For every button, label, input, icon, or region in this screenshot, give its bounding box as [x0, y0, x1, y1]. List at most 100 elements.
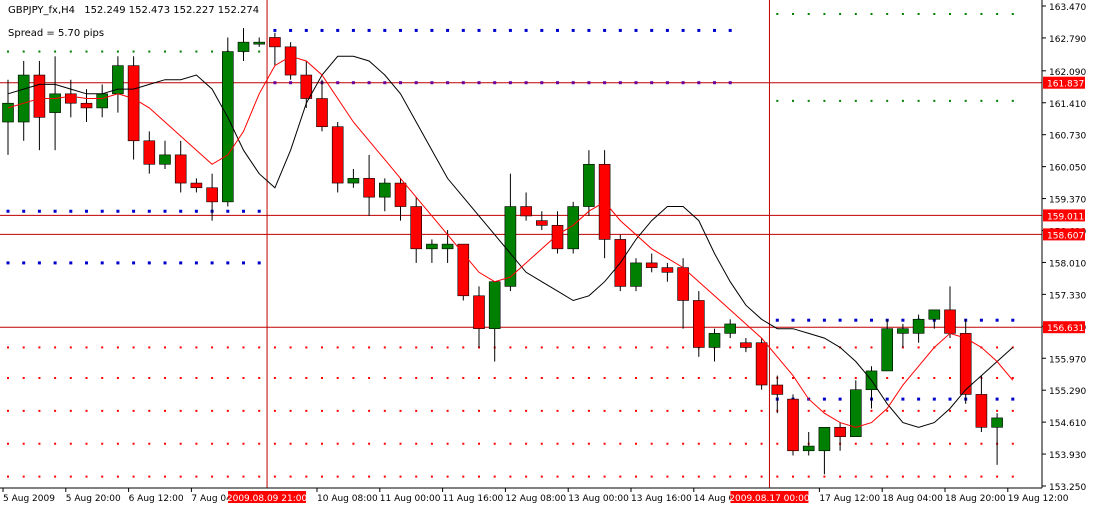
symbol-text: GBPJPY_fx,H4 152.249 152.473 152.227 152… [8, 5, 259, 16]
indicator-dot [509, 475, 512, 478]
indicator-dot [258, 442, 261, 445]
indicator-dot [273, 475, 276, 478]
indicator-dot [85, 50, 88, 53]
price-tick-label: 155.290 [1049, 387, 1086, 397]
chart-root: 163.470 162.790 162.090 161.410 160.730 160.0… [0, 0, 1093, 505]
candle-body [441, 243, 454, 250]
indicator-dot [38, 346, 41, 349]
price-tick-label: 160.730 [1049, 132, 1086, 142]
indicator-dot [242, 261, 245, 265]
indicator-dot [792, 475, 794, 478]
indicator-dot [194, 261, 198, 265]
indicator-dot [226, 442, 229, 445]
indicator-dot [839, 12, 842, 15]
time-tick-label: 10 Aug 08:00 [317, 494, 378, 504]
indicator-dot [572, 376, 575, 379]
indicator-dot [996, 12, 999, 15]
indicator-dot [289, 442, 292, 445]
indicator-dot [870, 346, 873, 349]
indicator-dot [446, 28, 450, 32]
time-highlight-label: 2009.08.17 00:00 [729, 494, 810, 504]
indicator-dot [1011, 442, 1014, 445]
indicator-dot [132, 475, 135, 478]
indicator-dot [305, 442, 308, 445]
indicator-dot [336, 81, 340, 85]
indicator-dot [996, 99, 999, 102]
candle-body [2, 102, 14, 123]
indicator-dot [85, 261, 88, 265]
indicator-dot [242, 209, 245, 213]
indicator-dot [273, 409, 276, 412]
indicator-dot [289, 346, 292, 349]
indicator-dot [116, 50, 119, 53]
indicator-dot [540, 442, 543, 445]
indicator-dot [116, 376, 119, 379]
candle-body [504, 206, 517, 287]
indicator-dot [697, 28, 701, 32]
indicator-dot [870, 318, 873, 322]
indicator-dot [886, 12, 889, 15]
indicator-dot [650, 28, 654, 32]
indicator-dot [933, 442, 936, 445]
indicator-dot [886, 409, 889, 412]
indicator-dot [1011, 397, 1015, 401]
indicator-dot [980, 99, 983, 102]
time-tick-label: 11 Aug 00:00 [380, 494, 441, 504]
indicator-dot [791, 318, 795, 322]
indicator-dot [619, 475, 622, 478]
indicator-dot [415, 346, 418, 349]
indicator-dot [399, 346, 402, 349]
indicator-dot [917, 475, 920, 478]
indicator-dot [618, 28, 622, 32]
indicator-dot [509, 346, 512, 349]
indicator-dot [446, 346, 449, 349]
indicator-dot [257, 209, 261, 213]
candle-body [771, 384, 784, 395]
indicator-dot [6, 209, 10, 213]
indicator-dot [399, 409, 402, 412]
indicator-dot [587, 442, 590, 445]
indicator-dot [682, 475, 685, 478]
indicator-dot [697, 475, 700, 478]
indicator-dot [870, 12, 873, 15]
indicator-dot [917, 397, 921, 401]
indicator-dot [508, 81, 512, 85]
indicator-dot [949, 376, 951, 379]
indicator-dot [368, 346, 371, 349]
indicator-dot [666, 475, 669, 478]
level-label-text: 156.631 [1047, 324, 1084, 334]
indicator-dot [619, 409, 622, 412]
indicator-dot [525, 442, 528, 445]
indicator-dot [164, 409, 166, 412]
indicator-dot [85, 409, 88, 412]
indicator-dot [493, 442, 496, 445]
indicator-dot [682, 346, 685, 349]
indicator-dot [823, 12, 826, 15]
indicator-dot [776, 475, 779, 478]
candle-body [363, 178, 375, 198]
indicator-dot [7, 442, 9, 445]
indicator-dot [320, 28, 324, 32]
spread-text: Spread = 5.70 pips [8, 28, 104, 39]
indicator-dot [462, 409, 465, 412]
indicator-dot [901, 12, 904, 15]
indicator-dot [226, 261, 230, 265]
indicator-dot [132, 261, 136, 265]
indicator-dot [949, 99, 951, 102]
indicator-dot [744, 376, 747, 379]
indicator-dot [54, 376, 57, 379]
candlestick-chart[interactable]: 163.470 162.790 162.090 161.410 160.730 160.0… [0, 0, 1093, 505]
indicator-dot [462, 346, 465, 349]
candle-body [959, 333, 972, 395]
indicator-dot [776, 346, 779, 349]
indicator-dot [69, 346, 72, 349]
indicator-dot [729, 475, 732, 478]
indicator-dot [728, 28, 732, 32]
candle-body [49, 93, 61, 113]
indicator-dot [164, 50, 166, 53]
indicator-dot [540, 81, 544, 85]
indicator-dot [399, 376, 402, 379]
candle-body [237, 41, 250, 52]
indicator-dot [85, 442, 88, 445]
candle-body [426, 243, 438, 250]
